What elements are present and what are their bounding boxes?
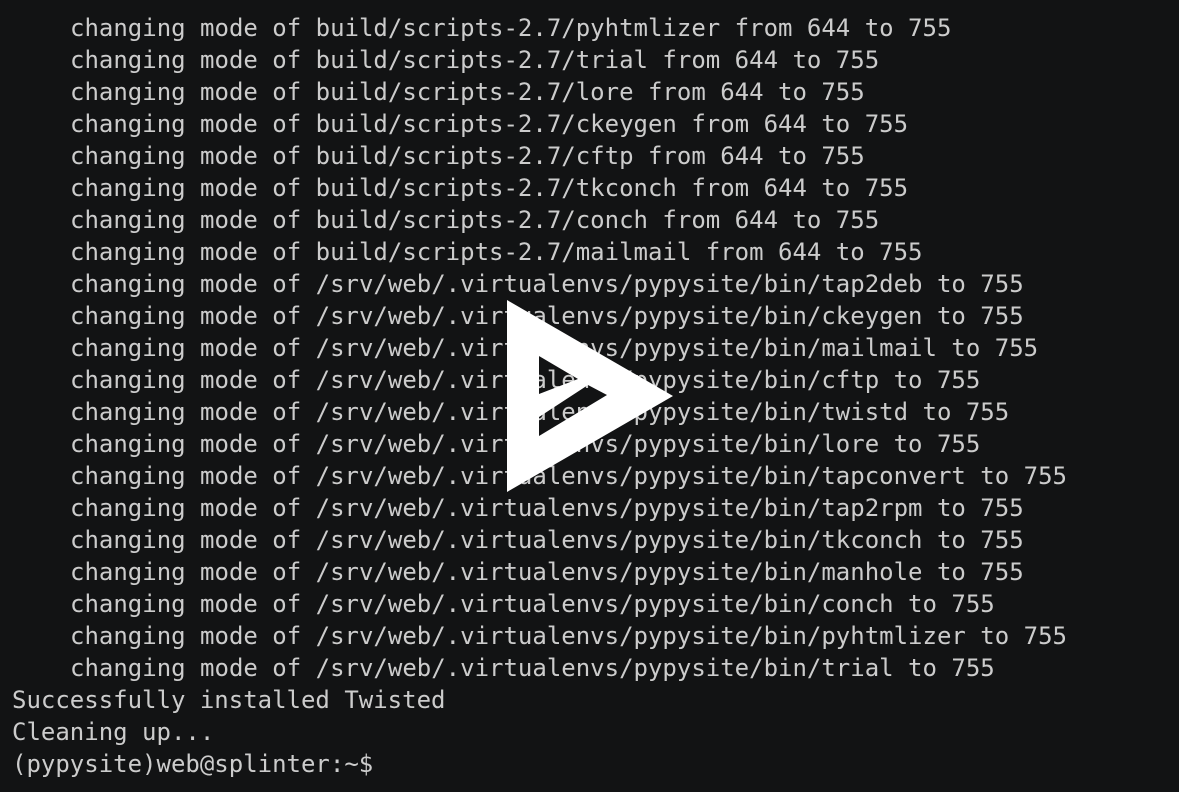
output-line: changing mode of build/scripts-2.7/trial… — [70, 46, 880, 74]
output-line: changing mode of /srv/web/.virtualenvs/p… — [70, 590, 995, 618]
output-line: changing mode of build/scripts-2.7/ckeyg… — [70, 110, 909, 138]
output-line: changing mode of build/scripts-2.7/mailm… — [70, 238, 923, 266]
output-line: changing mode of /srv/web/.virtualenvs/p… — [70, 558, 1024, 586]
output-line: changing mode of /srv/web/.virtualenvs/p… — [70, 494, 1024, 522]
output-line: changing mode of /srv/web/.virtualenvs/p… — [70, 622, 1067, 650]
output-line: changing mode of build/scripts-2.7/cftp … — [70, 142, 865, 170]
output-line: changing mode of build/scripts-2.7/lore … — [70, 78, 865, 106]
output-line: changing mode of build/scripts-2.7/conch… — [70, 206, 880, 234]
play-icon — [507, 300, 673, 492]
output-line: changing mode of build/scripts-2.7/tkcon… — [70, 174, 909, 202]
play-button[interactable] — [505, 298, 675, 494]
output-line: changing mode of /srv/web/.virtualenvs/p… — [70, 526, 1024, 554]
terminal-window[interactable]: changing mode of build/scripts-2.7/pyhtm… — [0, 0, 1179, 792]
output-line: changing mode of /srv/web/.virtualenvs/p… — [70, 654, 995, 682]
status-line-cleanup: Cleaning up... — [12, 718, 215, 746]
output-line: changing mode of /srv/web/.virtualenvs/p… — [70, 270, 1024, 298]
shell-prompt[interactable]: (pypysite)web@splinter:~$ — [12, 748, 1067, 780]
status-line-success: Successfully installed Twisted — [12, 686, 446, 714]
output-line: changing mode of build/scripts-2.7/pyhtm… — [70, 14, 952, 42]
